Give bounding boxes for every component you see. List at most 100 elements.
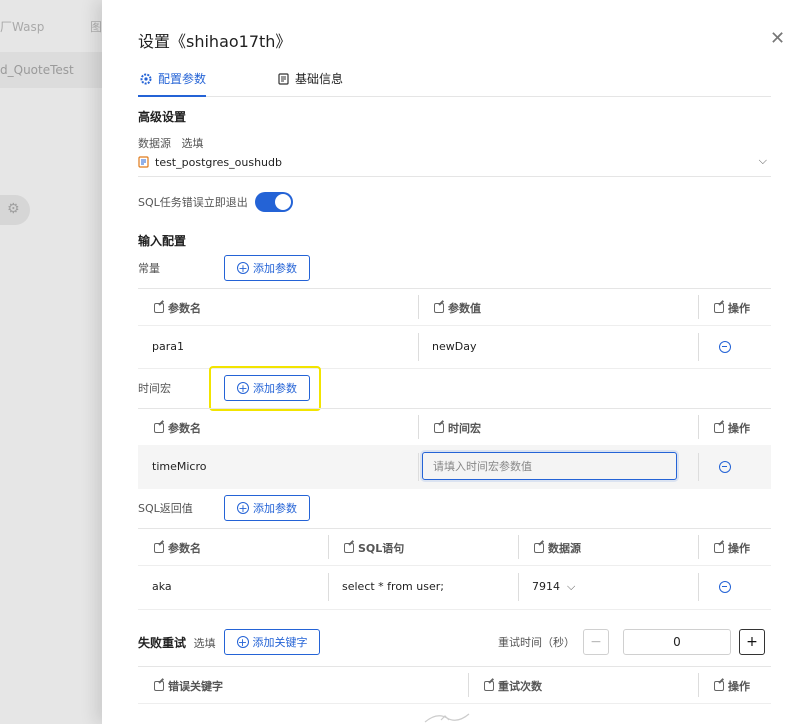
add-time-macro-button[interactable]: + 添加参数 bbox=[224, 375, 310, 401]
column-divider bbox=[468, 673, 469, 697]
edit-icon bbox=[484, 681, 494, 691]
param-value: newDay bbox=[432, 340, 477, 353]
column-divider bbox=[698, 673, 699, 697]
column-header: 重试次数 bbox=[484, 678, 542, 694]
toggle-knob bbox=[275, 194, 291, 210]
sql-statement[interactable]: select * from user; bbox=[342, 580, 444, 593]
column-header-label: 时间宏 bbox=[448, 422, 481, 435]
datasource-select[interactable]: 7914 ⌵ bbox=[532, 580, 575, 594]
edit-icon bbox=[714, 423, 724, 433]
tab-active-indicator bbox=[138, 95, 206, 97]
column-header-label: 操作 bbox=[728, 680, 750, 693]
add-sql-return-button[interactable]: + 添加参数 bbox=[224, 495, 310, 521]
gear-icon: ⚙ bbox=[7, 201, 20, 217]
column-divider bbox=[698, 295, 699, 319]
background-row-label: d_QuoteTest bbox=[0, 63, 74, 77]
empty-state-illustration bbox=[424, 713, 470, 723]
sql-return-table-header: 参数名 SQL语句 数据源 操作 bbox=[138, 528, 771, 566]
column-divider bbox=[518, 573, 519, 601]
column-header: 数据源 bbox=[534, 540, 581, 556]
background-tab-icon: 图 bbox=[90, 20, 102, 34]
param-name: aka bbox=[152, 580, 172, 593]
tab-label: 基础信息 bbox=[295, 72, 344, 86]
column-header: 操作 bbox=[714, 540, 750, 556]
sql-exit-label: SQL任务错误立即退出 bbox=[138, 196, 248, 209]
document-icon bbox=[278, 72, 289, 85]
column-header-label: 错误关键字 bbox=[168, 680, 223, 693]
column-header-label: 参数名 bbox=[168, 422, 201, 435]
sql-return-label: SQL返回值 bbox=[138, 502, 193, 515]
datasource-value: 7914 bbox=[532, 580, 560, 593]
column-divider bbox=[418, 415, 419, 439]
edit-icon bbox=[154, 681, 164, 691]
time-macro-input[interactable]: 请填入时间宏参数值 bbox=[422, 452, 677, 480]
column-header: 参数值 bbox=[434, 300, 481, 316]
edit-icon bbox=[714, 303, 724, 313]
column-header-label: 操作 bbox=[728, 542, 750, 555]
tab-config-params[interactable]: 配置参数 bbox=[140, 70, 206, 87]
chevron-down-icon: ⌵ bbox=[758, 154, 767, 167]
chevron-down-icon: ⌵ bbox=[567, 580, 576, 593]
edit-icon bbox=[154, 543, 164, 553]
database-icon bbox=[138, 156, 149, 168]
column-divider bbox=[698, 535, 699, 559]
settings-icon bbox=[140, 73, 152, 84]
column-header: 参数名 bbox=[154, 300, 201, 316]
remove-icon[interactable] bbox=[719, 581, 731, 593]
column-header-label: SQL语句 bbox=[358, 542, 405, 555]
remove-icon[interactable] bbox=[719, 461, 731, 473]
tab-bar: 配置参数 基础信息 bbox=[138, 62, 771, 97]
advanced-heading: 高级设置 bbox=[138, 110, 187, 124]
plus-circle-icon: + bbox=[237, 381, 249, 395]
add-constant-button[interactable]: + 添加参数 bbox=[224, 255, 310, 281]
column-header-label: 操作 bbox=[728, 422, 750, 435]
button-label: 添加参数 bbox=[253, 262, 297, 275]
edit-icon bbox=[344, 543, 354, 553]
remove-icon[interactable] bbox=[719, 341, 731, 353]
constants-table-header: 参数名 参数值 操作 bbox=[138, 288, 771, 326]
tab-basic-info[interactable]: 基础信息 bbox=[278, 70, 343, 87]
column-header: 操作 bbox=[714, 420, 750, 436]
column-header-label: 数据源 bbox=[548, 542, 581, 555]
column-divider bbox=[328, 573, 329, 601]
column-divider bbox=[328, 535, 329, 559]
column-header: 操作 bbox=[714, 300, 750, 316]
column-header-label: 操作 bbox=[728, 302, 750, 315]
column-header: 参数名 bbox=[154, 540, 201, 556]
close-icon[interactable]: ✕ bbox=[770, 28, 785, 49]
edit-icon bbox=[154, 423, 164, 433]
retry-time-input[interactable]: 0 bbox=[623, 629, 731, 655]
background-gear: ⚙ bbox=[0, 195, 30, 225]
column-divider bbox=[418, 295, 419, 319]
decrement-button[interactable]: − bbox=[583, 629, 609, 655]
increment-button[interactable]: + bbox=[739, 629, 765, 655]
column-header: 参数名 bbox=[154, 420, 201, 436]
column-divider bbox=[418, 333, 419, 361]
plus-circle-icon: + bbox=[237, 261, 249, 275]
button-label: 添加参数 bbox=[253, 382, 297, 395]
constants-label: 常量 bbox=[138, 262, 160, 275]
datasource-select[interactable]: test_postgres_oushudb ⌵ bbox=[138, 148, 771, 177]
drawer-title: 设置《shihao17th》 bbox=[138, 32, 292, 51]
column-header: 操作 bbox=[714, 678, 750, 694]
column-divider bbox=[418, 453, 419, 481]
retry-label-text: 失败重试 bbox=[138, 636, 187, 650]
add-keyword-button[interactable]: + 添加关键字 bbox=[224, 629, 320, 655]
background-tab: 厂Wasp bbox=[0, 20, 45, 34]
edit-icon bbox=[714, 543, 724, 553]
edit-icon bbox=[434, 303, 444, 313]
column-divider bbox=[698, 415, 699, 439]
edit-icon bbox=[154, 303, 164, 313]
param-name: para1 bbox=[152, 340, 184, 353]
column-header-label: 参数名 bbox=[168, 542, 201, 555]
edit-icon bbox=[534, 543, 544, 553]
table-row: aka select * from user; 7914 ⌵ bbox=[138, 565, 771, 610]
input-heading: 输入配置 bbox=[138, 234, 187, 248]
column-divider bbox=[698, 333, 699, 361]
button-label: 添加参数 bbox=[253, 502, 297, 515]
sql-exit-toggle[interactable] bbox=[255, 192, 293, 212]
plus-circle-icon: + bbox=[237, 501, 249, 515]
plus-circle-icon: + bbox=[236, 635, 249, 649]
column-divider bbox=[698, 453, 699, 481]
column-header: 时间宏 bbox=[434, 420, 481, 436]
